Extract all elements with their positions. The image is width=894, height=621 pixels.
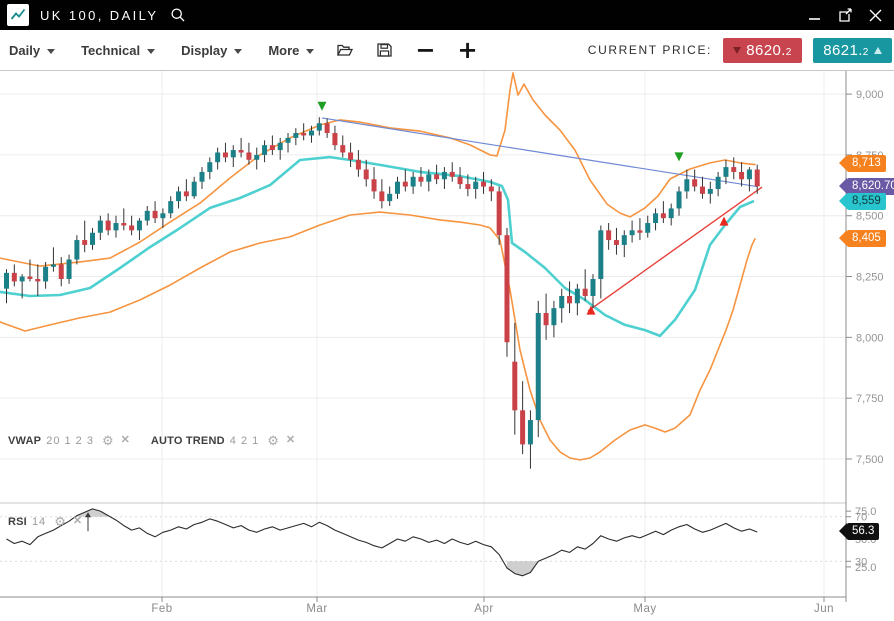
price-axis-tag: 8,405 [847, 230, 886, 247]
tag-pointer [839, 523, 847, 539]
menu-display-label: Display [181, 43, 227, 58]
close-icon[interactable] [864, 4, 886, 26]
rsi-value-tag: 56.3 [847, 523, 879, 540]
zoom-in-button[interactable]: + [458, 40, 478, 60]
vwap-settings-gear-icon[interactable]: ⚙ [102, 434, 114, 447]
vwap-params: 20 1 2 3 [46, 435, 94, 447]
svg-text:Feb: Feb [151, 603, 172, 615]
tag-pointer [839, 178, 847, 194]
search-icon[interactable] [170, 7, 186, 23]
menu-timeframe[interactable]: Daily [9, 43, 55, 58]
vwap-remove-icon[interactable]: ✕ [121, 435, 130, 446]
price-down-arrow-icon [733, 47, 741, 54]
svg-text:9,000: 9,000 [856, 89, 884, 101]
grid-lines [0, 71, 846, 597]
chevron-down-icon [147, 49, 155, 54]
auto-trend-remove-icon[interactable]: ✕ [286, 435, 295, 446]
rsi-remove-icon[interactable]: ✕ [73, 516, 82, 527]
chevron-down-icon [234, 49, 242, 54]
trend-markers [318, 102, 729, 315]
svg-text:8,250: 8,250 [856, 272, 884, 284]
svg-text:May: May [633, 603, 656, 615]
svg-text:Mar: Mar [306, 603, 327, 615]
title-bar: UK 100, DAILY [0, 0, 894, 30]
axes: 9,0008,7508,5008,2508,0007,7507,50075.07… [0, 71, 884, 615]
auto-trend-lines [322, 118, 762, 311]
sell-price-value: 8620. [746, 42, 786, 59]
app-logo-icon [7, 4, 29, 26]
rsi-params: 14 [32, 516, 46, 528]
chart-toolbar: Daily Technical Display More − + CURRENT… [0, 30, 894, 71]
auto-trend-settings-gear-icon[interactable]: ⚙ [267, 434, 279, 447]
save-chart-button[interactable] [376, 42, 393, 58]
price-up-arrow-icon [874, 47, 882, 54]
menu-display[interactable]: Display [181, 43, 242, 58]
bollinger-bands [0, 73, 755, 460]
current-price-label: CURRENT PRICE: [588, 43, 712, 57]
svg-text:Jun: Jun [814, 603, 834, 615]
tag-pointer [839, 193, 847, 209]
tag-pointer [839, 155, 847, 171]
svg-text:8,500: 8,500 [856, 211, 884, 223]
chevron-down-icon [306, 49, 314, 54]
menu-more[interactable]: More [268, 43, 314, 58]
auto-trend-params: 4 2 1 [230, 435, 259, 447]
tag-pointer [839, 230, 847, 246]
instrument-title: UK 100, DAILY [40, 8, 158, 23]
price-axis-tag: 8,713 [847, 155, 886, 172]
buy-price-value: 8621. [823, 42, 863, 59]
open-chart-button[interactable] [336, 42, 354, 58]
zoom-out-button[interactable]: − [415, 40, 435, 60]
chevron-down-icon [47, 49, 55, 54]
sell-price-badge[interactable]: 8620.2 [723, 38, 802, 63]
trading-app-window: { "titlebar": { "title": "UK 100, DAILY"… [0, 0, 894, 621]
minimize-button[interactable] [804, 4, 826, 26]
menu-technical-label: Technical [81, 43, 140, 58]
rsi-pane [0, 509, 846, 576]
buy-price-badge[interactable]: 8621.2 [813, 38, 892, 63]
svg-text:7,500: 7,500 [856, 454, 884, 466]
indicator-legend-row: VWAP 20 1 2 3 ⚙ ✕ AUTO TREND 4 2 1 ⚙ ✕ [8, 434, 302, 447]
svg-text:Apr: Apr [474, 603, 493, 615]
price-axis-tag: 8,559 [847, 193, 886, 210]
menu-technical[interactable]: Technical [81, 43, 155, 58]
svg-text:8,000: 8,000 [856, 332, 884, 344]
vwap-label: VWAP [8, 435, 41, 447]
auto-trend-label: AUTO TREND [151, 435, 225, 447]
svg-text:25.0: 25.0 [855, 562, 876, 574]
svg-text:7,750: 7,750 [856, 393, 884, 405]
popout-button[interactable] [834, 4, 856, 26]
menu-timeframe-label: Daily [9, 43, 40, 58]
rsi-legend-row: RSI 14 ⚙ ✕ [8, 515, 89, 528]
rsi-settings-gear-icon[interactable]: ⚙ [54, 515, 66, 528]
rsi-label: RSI [8, 516, 27, 528]
menu-more-label: More [268, 43, 299, 58]
svg-text:70: 70 [855, 512, 867, 524]
candlesticks [4, 117, 760, 468]
price-chart[interactable]: 9,0008,7508,5008,2508,0007,7507,50075.07… [0, 71, 894, 621]
